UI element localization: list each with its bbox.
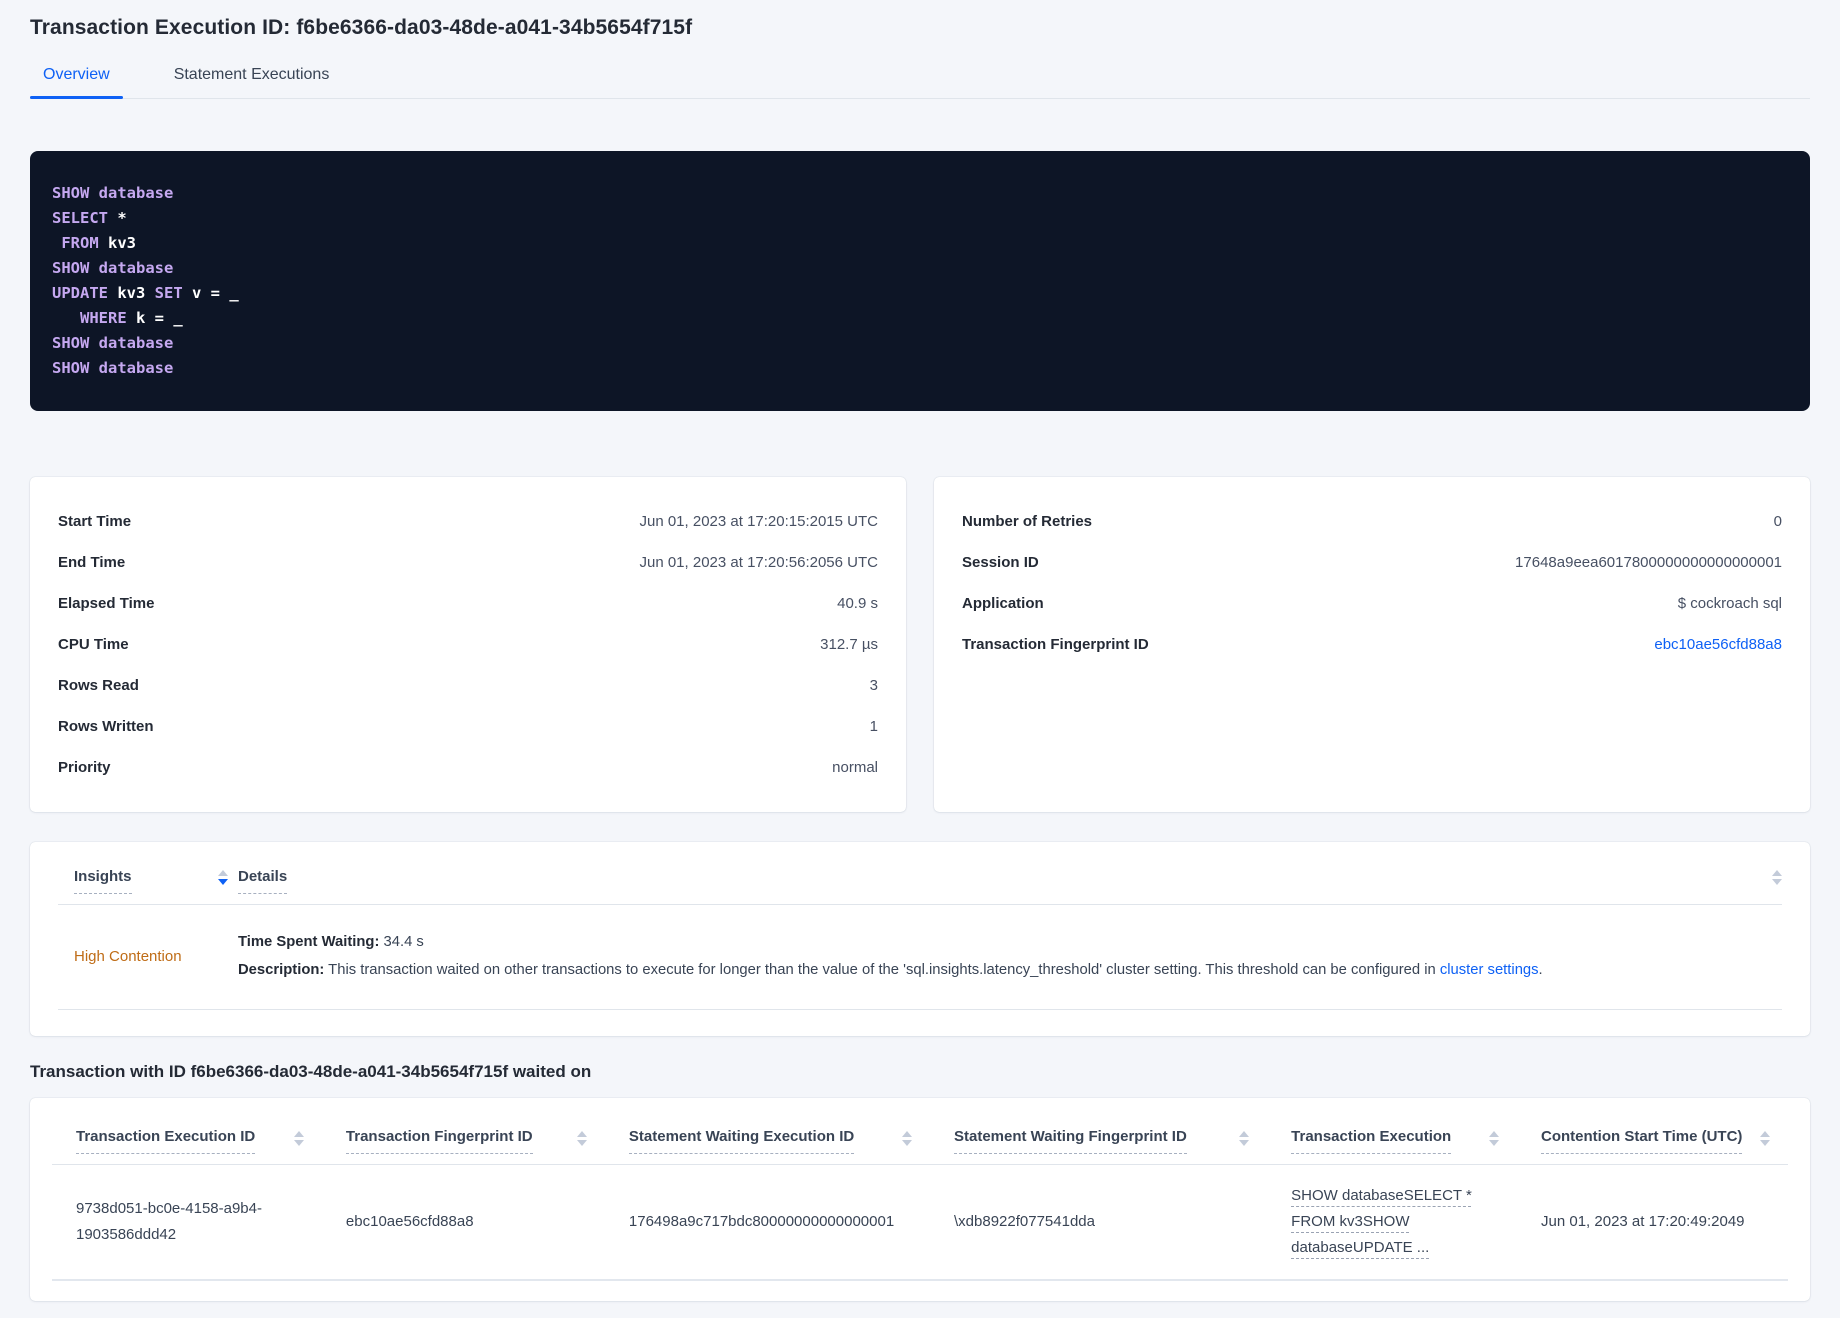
summary-value: 17648a9eea6017800000000000000001: [1515, 554, 1782, 571]
column-header-label[interactable]: Transaction Execution ID: [76, 1128, 256, 1154]
column-header-label[interactable]: Transaction Fingerprint ID: [345, 1128, 533, 1154]
summary-row: End Time Jun 01, 2023 at 17:20:56:2056 UT…: [58, 542, 878, 583]
tab-bar: Overview Statement Executions: [30, 66, 1810, 99]
insight-details: Time Spent Waiting: 34.4 s Description: …: [238, 927, 1734, 985]
waited-on-column-header: Transaction Execution: [1267, 1098, 1518, 1165]
waited-on-column-header: Transaction Fingerprint ID: [321, 1098, 605, 1165]
summary-row: Elapsed Time 40.9 s: [58, 583, 878, 624]
summary-label: Rows Read: [58, 677, 139, 694]
waited-on-heading: Transaction with ID f6be6366-da03-48de-a…: [30, 1062, 592, 1081]
waited-on-column-header: Transaction Execution ID: [52, 1098, 322, 1165]
insights-table: Insights Details High Contention Time Sp…: [30, 842, 1810, 1036]
sql-statements-box: SHOW database SELECT * FROM kv3 SHOW datab…: [30, 151, 1810, 411]
summary-label: Start Time: [58, 513, 132, 530]
summary-value: Jun 01, 2023 at 17:20:56:2056 UTC: [639, 554, 878, 571]
page-title: Transaction Execution ID: f6be6366-da03-…: [30, 16, 693, 39]
waited-on-table-row: 9738d051-bc0e-4158-a9b4-1903586ddd42 ebc1…: [52, 1164, 1788, 1281]
summary-row: CPU Time 312.7 µs: [58, 624, 878, 665]
summary-label: Priority: [58, 759, 111, 776]
cluster-settings-link[interactable]: cluster settings: [1440, 962, 1539, 978]
waited-on-cell: \xdb8922f077541dda: [930, 1164, 1268, 1281]
summary-label: Number of Retries: [962, 513, 1093, 530]
column-header-label[interactable]: Statement Waiting Execution ID: [628, 1128, 855, 1154]
sort-arrows-icon[interactable]: [1489, 1128, 1500, 1146]
sort-arrows-icon[interactable]: [1239, 1128, 1250, 1146]
details-column-header[interactable]: Details: [238, 868, 288, 894]
summary-row: Transaction Fingerprint ID ebc10ae56cfd88…: [962, 624, 1782, 665]
tab-statement-executions[interactable]: Statement Executions: [161, 66, 343, 98]
waited-on-cell: ebc10ae56cfd88a8: [321, 1164, 605, 1281]
sql-line: SHOW database: [52, 334, 174, 352]
summary-row: Session ID 17648a9eea60178000000000000000…: [962, 542, 1782, 583]
waited-on-table-header-row: Transaction Execution ID Transaction Fing…: [52, 1098, 1788, 1165]
waited-on-cell: Jun 01, 2023 at 17:20:49:2049: [1517, 1164, 1788, 1281]
transaction-details-page: Transaction Execution ID: f6be6366-da03-…: [0, 0, 1840, 1301]
high-contention-label: High Contention: [74, 947, 182, 965]
time-spent-waiting: Time Spent Waiting: 34.4 s: [238, 934, 424, 950]
summary-value: 312.7 µs: [820, 636, 878, 653]
waited-on-cell: 176498a9c717bdc80000000000000001: [604, 1164, 930, 1281]
sql-line: SELECT *: [52, 209, 127, 227]
sql-line: SHOW database: [52, 259, 174, 277]
summary-value: 0: [1773, 513, 1782, 530]
summary-label: Transaction Fingerprint ID: [962, 636, 1149, 653]
insights-column-header[interactable]: Insights: [74, 868, 132, 894]
summary-row: Rows Read 3: [58, 665, 878, 706]
sort-arrows-icon[interactable]: [1760, 1128, 1770, 1146]
transaction-execution-cell: SHOW databaseSELECT * FROM kv3SHOW datab…: [1267, 1164, 1518, 1281]
transaction-execution-query-link[interactable]: SHOW databaseSELECT * FROM kv3SHOW datab…: [1291, 1187, 1472, 1256]
summary-row: Rows Written 1: [58, 706, 878, 747]
sort-arrows-icon[interactable]: [293, 1128, 304, 1146]
insight-row: High Contention Time Spent Waiting: 34.4…: [58, 905, 1782, 1010]
summary-value: 3: [869, 677, 878, 694]
summary-card-session: Number of Retries 0 Session ID 17648a9eea60…: [934, 477, 1810, 812]
waited-on-column-header: Contention Start Time (UTC): [1517, 1098, 1788, 1165]
waited-on-column-header: Statement Waiting Fingerprint ID: [930, 1098, 1268, 1165]
summary-value: $ cockroach sql: [1677, 595, 1782, 612]
summary-value: normal: [832, 759, 878, 776]
fingerprint-id-link[interactable]: ebc10ae56cfd88a8: [1654, 636, 1782, 653]
sql-line: SHOW database: [52, 359, 174, 377]
summary-value: Jun 01, 2023 at 17:20:15:2015 UTC: [639, 513, 878, 530]
summary-row: Start Time Jun 01, 2023 at 17:20:15:2015 …: [58, 501, 878, 542]
summary-label: Elapsed Time: [58, 595, 155, 612]
summary-label: End Time: [58, 554, 126, 571]
sort-arrows-icon[interactable]: [1772, 870, 1782, 885]
sort-arrows-icon[interactable]: [576, 1128, 587, 1146]
tab-overview[interactable]: Overview: [30, 66, 123, 99]
column-header-label[interactable]: Contention Start Time (UTC): [1541, 1128, 1743, 1154]
sql-line: SHOW database: [52, 184, 174, 202]
summary-row: Application $ cockroach sql: [962, 583, 1782, 624]
column-header-label[interactable]: Statement Waiting Fingerprint ID: [954, 1128, 1187, 1154]
sql-line: UPDATE kv3 SET v = _: [52, 284, 239, 302]
insight-description: Description: This transaction waited on …: [238, 962, 1543, 978]
summary-label: Rows Written: [58, 718, 154, 735]
waited-on-column-header: Statement Waiting Execution ID: [604, 1098, 930, 1165]
sql-line: WHERE k = _: [80, 309, 183, 327]
summary-card-times: Start Time Jun 01, 2023 at 17:20:15:2015 …: [30, 477, 906, 812]
sql-line: FROM kv3: [61, 234, 136, 252]
summary-label: Session ID: [962, 554, 1039, 571]
summary-row: Priority normal: [58, 747, 878, 788]
summary-label: Application: [962, 595, 1044, 612]
summary-value: 1: [869, 718, 878, 735]
column-header-label[interactable]: Transaction Execution: [1291, 1128, 1452, 1154]
summary-value: 40.9 s: [837, 595, 878, 612]
waited-on-cell: 9738d051-bc0e-4158-a9b4-1903586ddd42: [52, 1164, 322, 1281]
waited-on-table: Transaction Execution ID Transaction Fing…: [52, 1098, 1788, 1281]
waited-on-table-card: Transaction Execution ID Transaction Fing…: [30, 1098, 1810, 1301]
sort-arrows-icon[interactable]: [218, 868, 228, 885]
summary-cards-row: Start Time Jun 01, 2023 at 17:20:15:2015 …: [30, 477, 1810, 812]
sort-arrows-icon[interactable]: [902, 1128, 912, 1146]
summary-row: Number of Retries 0: [962, 501, 1782, 542]
summary-label: CPU Time: [58, 636, 129, 653]
insights-table-header: Insights Details: [58, 842, 1782, 905]
